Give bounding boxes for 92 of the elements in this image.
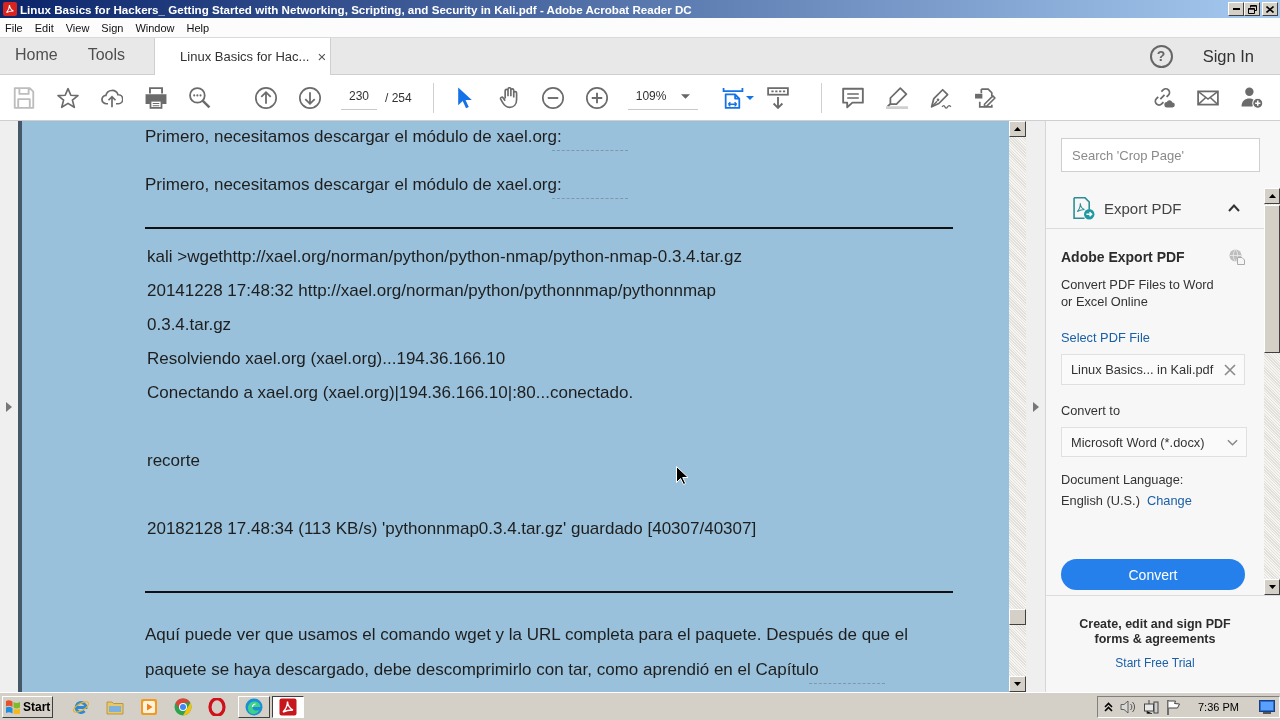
restore-icon [1247, 4, 1257, 14]
triangle-up-icon[interactable] [1268, 194, 1276, 198]
pdf-icon [279, 697, 297, 716]
field-label: Document Language: [1061, 471, 1184, 488]
zoom-dropdown[interactable]: 109% [627, 85, 698, 110]
paragraph: Primero, necesitamos descargar el módulo de xael.org: [145, 121, 953, 153]
arrow-up-circle-icon[interactable] [255, 86, 277, 109]
menu-item[interactable]: Sign [101, 21, 124, 34]
caret-icon [680, 93, 690, 99]
menu-item[interactable]: Window [135, 21, 175, 34]
clock-text: 7:36 PM [1198, 700, 1239, 713]
triangle-down-icon[interactable] [1268, 585, 1276, 589]
snip-line: recorte [146, 450, 200, 472]
document-pencil-icon[interactable] [973, 86, 996, 109]
close-tab-button[interactable]: × [317, 49, 327, 64]
field-label: Convert to [1061, 402, 1121, 419]
scrollbar-thumb[interactable] [1264, 205, 1280, 353]
caret-icon[interactable] [745, 95, 754, 100]
minimize-button[interactable] [1228, 2, 1244, 16]
caret-right-icon[interactable] [6, 401, 12, 412]
menu-item[interactable]: View [65, 21, 90, 34]
panel-heading: Adobe Export PDF [1061, 248, 1185, 266]
hand-icon[interactable] [497, 86, 520, 109]
fit-page-icon[interactable] [721, 86, 744, 109]
code-line: Conectando a xael.org (xael.org)|194.36.166.10|:80...conectado. [146, 382, 634, 404]
mouse-cursor-icon [676, 466, 688, 485]
nav-tab[interactable]: Home [0, 38, 73, 74]
export-document-icon [1073, 196, 1095, 220]
desktop-icon[interactable] [1259, 699, 1275, 714]
vertical-scrollbar[interactable] [1264, 188, 1280, 595]
arrow-down-circle-icon[interactable] [299, 86, 321, 109]
start-trial-link[interactable]: Start Free Trial [1115, 656, 1195, 671]
star-icon[interactable] [57, 86, 79, 109]
page-number-field[interactable]: 230 [341, 85, 377, 110]
nav-tab[interactable]: Tools [72, 38, 141, 74]
tab-label: Linux Basics for Hac... [180, 49, 310, 64]
pen-nib-icon[interactable] [929, 86, 952, 109]
menu-item[interactable]: Help [186, 21, 210, 34]
swirl-icon [245, 697, 263, 716]
code-line: 20182128 17.48:34 (113 KB/s) 'pythonnmap0.3.4.tar.gz' guardado [40307/40307] [146, 518, 757, 540]
vertical-scrollbar[interactable] [1009, 121, 1026, 692]
speaker-icon[interactable] [1120, 698, 1136, 715]
help-button[interactable]: ? [1149, 44, 1173, 68]
code-line: kali >wgethttp://xael.org/norman/python/python-nmap/python-nmap-0.3.4.tar.gz [146, 246, 742, 268]
caret-right-icon[interactable] [1032, 401, 1039, 412]
add-person-icon[interactable] [1241, 86, 1263, 109]
window-title: Linux Basics for Hackers_ Getting Started with Networking, Scripting, and Security in Kali.pdf - Adobe Acrobat Reader DC [20, 2, 692, 16]
network-icon[interactable] [1143, 698, 1159, 715]
scroll-mode-icon[interactable] [766, 86, 789, 109]
link-cloud-icon[interactable] [1153, 86, 1175, 109]
sign-in-button[interactable]: Sign In [1202, 38, 1254, 74]
search-field[interactable]: Search 'Crop Page' [1061, 138, 1260, 172]
minimize-icon [1232, 8, 1240, 10]
zoom-in-icon[interactable] [585, 86, 608, 109]
comment-icon[interactable] [841, 86, 864, 109]
triangle-up-icon[interactable] [1014, 127, 1021, 131]
scrollbar-thumb[interactable] [1009, 609, 1026, 625]
clear-icon[interactable] [1224, 363, 1236, 376]
description-text: Convert PDF Files to Word or Excel Online [1061, 276, 1215, 310]
printer-icon[interactable] [145, 86, 167, 109]
zoom-out-icon[interactable] [541, 86, 564, 109]
browser-icon[interactable] [174, 697, 192, 716]
start-button[interactable]: Start [2, 695, 53, 718]
menu-item[interactable]: File [5, 21, 23, 34]
restore-button[interactable] [1244, 2, 1260, 16]
code-line: Resolviendo xael.org (xael.org)...194.36.166.10 [146, 348, 506, 370]
taskbar-button[interactable] [272, 695, 304, 718]
flag-icon[interactable] [1166, 698, 1182, 715]
close-icon [1266, 5, 1274, 13]
page-count: / 254 [385, 90, 412, 105]
magnifier-icon[interactable] [189, 86, 211, 109]
file-field[interactable]: Linux Basics... in Kali.pdf [1061, 354, 1245, 385]
close-button[interactable] [1262, 2, 1278, 16]
code-line: 0.3.4.tar.gz [146, 314, 232, 336]
change-link[interactable]: Change [1146, 492, 1192, 509]
triangle-down-icon[interactable] [1014, 682, 1021, 686]
pdf-icon [3, 2, 17, 16]
select-file-link[interactable]: Select PDF File [1061, 329, 1150, 346]
highlighter-icon[interactable] [885, 86, 908, 109]
format-dropdown[interactable]: Microsoft Word (*.docx) [1061, 427, 1247, 457]
chevron-down-icon [1227, 438, 1238, 446]
document-tab[interactable]: Linux Basics for Hac... × [154, 38, 332, 75]
double-chevron-icon[interactable] [1104, 701, 1113, 712]
promo-text: Create, edit and sign PDF forms & agreements [1078, 617, 1232, 647]
menu-item[interactable]: Edit [34, 21, 54, 34]
o-ring-icon[interactable] [208, 697, 226, 716]
code-line: 20141228 17:48:32 http://xael.org/norman/python/pythonnmap/pythonnmap [146, 280, 716, 302]
paragraph: Primero, necesitamos descargar el módulo de xael.org: [145, 169, 953, 201]
paragraph: Aquí puede ver que usamos el comando wget y la URL completa para el paquete. Después de que el paquete se haya descargado, debe descomprimirlo con tar, como aprendió en el Capítulo [145, 617, 953, 687]
language-text: English (U.S.) [1061, 492, 1140, 509]
convert-button[interactable]: Convert [1061, 559, 1245, 590]
flag-logo-icon [5, 699, 21, 714]
